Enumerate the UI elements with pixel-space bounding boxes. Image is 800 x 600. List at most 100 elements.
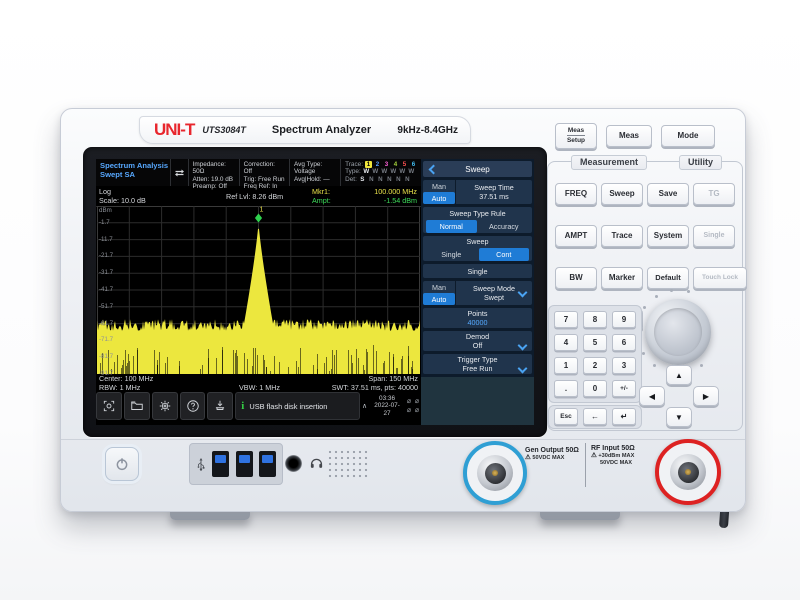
meas-setup-button[interactable]: Meas Setup xyxy=(555,123,597,149)
swt-label: SWT: 37.51 ms, pts: 40000 xyxy=(332,383,418,392)
arrow-up-button[interactable]: ▲ xyxy=(666,365,692,385)
trace-5[interactable]: 5 xyxy=(401,161,408,168)
meas-button[interactable]: Meas xyxy=(606,125,652,147)
trace-button[interactable]: Trace xyxy=(601,225,643,247)
default-button[interactable]: Default xyxy=(647,267,689,289)
key-7[interactable]: 7 xyxy=(554,311,578,328)
menu-item-sweep[interactable]: Sweep Single Cont xyxy=(423,236,532,261)
spectrum-plot[interactable]: 1 dBm -1.7-11.7-21.7-31.7-41.7-51.7-61.7… xyxy=(97,206,420,374)
spectrum-analyzer-device: UNI-T UTS3084T Spectrum Analyzer 9kHz-8.… xyxy=(60,108,746,512)
gen-output-connector[interactable] xyxy=(463,441,527,505)
key-4[interactable]: 4 xyxy=(554,334,578,351)
menu-item-sweep-mode[interactable]: Man Auto Sweep Mode Swept xyxy=(423,281,532,305)
knob-tick-dot xyxy=(687,290,690,293)
trace-2[interactable]: 2 xyxy=(374,161,381,168)
esc-button[interactable]: Esc xyxy=(554,408,578,425)
key-dot[interactable]: . xyxy=(554,380,578,397)
key-3[interactable]: 3 xyxy=(612,357,636,374)
rf-input-connector[interactable] xyxy=(655,439,721,505)
trigger-type-value: Free Run xyxy=(463,364,493,373)
key-2[interactable]: 2 xyxy=(583,357,607,374)
cont-option[interactable]: Cont xyxy=(479,248,530,261)
key-plusminus[interactable]: +/- xyxy=(612,380,636,397)
arrow-down-button[interactable]: ▼ xyxy=(666,407,692,427)
power-button[interactable] xyxy=(105,447,139,481)
single-button[interactable]: Single xyxy=(693,225,735,247)
notification-message: USB flash disk insertion xyxy=(249,402,327,411)
menu-item-demod[interactable]: Demod Off xyxy=(423,331,532,351)
correction-status: Correction: Off xyxy=(244,161,285,176)
softkey-menu: Sweep Man Auto Sweep Time 37.51 ms xyxy=(421,159,534,425)
warning-icon: ⚠ xyxy=(591,452,597,459)
normal-option[interactable]: Normal xyxy=(426,220,477,233)
key-0[interactable]: 0 xyxy=(583,380,607,397)
menu-item-trigger-type[interactable]: Trigger Type Free Run xyxy=(423,354,532,374)
backspace-button[interactable]: ← xyxy=(583,408,607,425)
menu-header[interactable]: Sweep xyxy=(423,161,532,177)
trace-detectors-row: Det: S N N N N N xyxy=(345,176,417,183)
tg-button[interactable]: TG xyxy=(693,183,735,205)
rotary-knob[interactable] xyxy=(645,299,711,365)
menu-item-sweep-time[interactable]: Man Auto Sweep Time 37.51 ms xyxy=(423,180,532,204)
app-name: Spectrum Analysis xyxy=(100,161,166,170)
arrow-right-button[interactable]: ▶ xyxy=(693,386,719,406)
atten-status: Atten: 19.0 dB xyxy=(193,176,235,183)
menu-item-single[interactable]: Single xyxy=(423,264,532,278)
mode-button[interactable]: Mode xyxy=(661,125,715,147)
key-5[interactable]: 5 xyxy=(583,334,607,351)
sweep-button[interactable]: Sweep xyxy=(601,183,643,205)
menu-item-points[interactable]: Points 40000 xyxy=(423,308,532,328)
status-icon: ⌀ xyxy=(405,406,413,415)
system-button[interactable]: System xyxy=(647,225,689,247)
measurement-section-label: Measurement xyxy=(571,155,647,170)
arrow-left-button[interactable]: ◀ xyxy=(639,386,665,406)
enter-button[interactable]: ↵ xyxy=(612,408,636,425)
screenshot-button[interactable] xyxy=(96,392,122,420)
ampt-button[interactable]: AMPT xyxy=(555,225,597,247)
usb-save-button[interactable] xyxy=(207,392,233,420)
signal-icon: ∧ xyxy=(362,402,367,410)
auto-option[interactable]: Auto xyxy=(423,293,455,305)
connector-core xyxy=(485,463,506,484)
save-button[interactable]: Save xyxy=(647,183,689,205)
key-8[interactable]: 8 xyxy=(583,311,607,328)
trace-1[interactable]: 1 xyxy=(365,161,372,168)
headphone-jack[interactable] xyxy=(285,455,302,472)
accuracy-option[interactable]: Accuracy xyxy=(479,220,530,233)
brand-plate: UNI-T UTS3084T Spectrum Analyzer 9kHz-8.… xyxy=(139,116,471,144)
key-1[interactable]: 1 xyxy=(554,357,578,374)
help-button[interactable] xyxy=(180,392,206,420)
usb-port-1[interactable] xyxy=(212,451,229,477)
settings-button[interactable] xyxy=(152,392,178,420)
marker-button[interactable]: Marker xyxy=(601,267,643,289)
touch-lock-button[interactable]: Touch Lock xyxy=(693,267,747,289)
key-6[interactable]: 6 xyxy=(612,334,636,351)
avg-type-status: Avg Type: Voltage xyxy=(294,161,336,176)
device-title: Spectrum Analyzer xyxy=(272,124,371,136)
connector-pin xyxy=(685,469,691,475)
clock: 03:36 2022-07-27 xyxy=(372,395,402,418)
time: 03:36 xyxy=(372,395,402,403)
y-axis-tick: -81.7 xyxy=(99,353,113,360)
status-bar: Spectrum Analysis Swept SA Impedance: 50… xyxy=(96,159,421,186)
file-manager-button[interactable] xyxy=(124,392,150,420)
auto-option[interactable]: Auto xyxy=(423,192,455,204)
marker1-ampt-label: Ampt: xyxy=(312,196,331,206)
freq-button[interactable]: FREQ xyxy=(555,183,597,205)
usb-port-2[interactable] xyxy=(236,451,253,477)
trace-3[interactable]: 3 xyxy=(383,161,390,168)
usb-port-3[interactable] xyxy=(259,451,276,477)
key-9[interactable]: 9 xyxy=(612,311,636,328)
trace-4[interactable]: 4 xyxy=(392,161,399,168)
menu-empty-area xyxy=(421,377,534,425)
bw-button[interactable]: BW xyxy=(555,267,597,289)
connection-status-icons: ⌀⌀ ⌀⌀ xyxy=(405,397,421,415)
sweep-mode-label: Sweep Mode xyxy=(473,284,515,293)
man-option[interactable]: Man xyxy=(423,281,455,293)
single-option[interactable]: Single xyxy=(426,248,477,261)
vbw-label: VBW: 1 MHz xyxy=(239,383,280,392)
man-option[interactable]: Man xyxy=(423,180,455,192)
trace-6[interactable]: 6 xyxy=(410,161,417,168)
lcd-screen[interactable]: Spectrum Analysis Swept SA Impedance: 50… xyxy=(96,159,534,425)
menu-item-sweep-type-rule[interactable]: Sweep Type Rule Normal Accuracy xyxy=(423,207,532,233)
